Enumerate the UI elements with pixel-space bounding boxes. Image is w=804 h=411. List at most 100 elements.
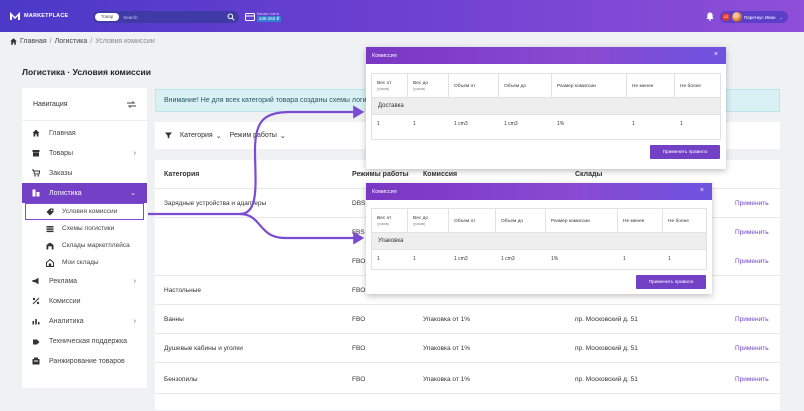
column-header: Вес до (грамм) [408,74,449,98]
apply-link[interactable]: Применить [735,305,769,334]
table-row: Ванны FBO Упаковка от 1% пр. Московский … [155,305,780,334]
column-header: Объем до [499,74,552,98]
row-category: Настольные [164,287,201,294]
chevron-right-icon: › [133,277,136,285]
search-icon[interactable] [227,13,235,21]
sidebar-item-label: Техническая поддержка [49,337,128,345]
breadcrumb-home[interactable]: Главная [20,38,47,45]
column-header-category[interactable]: Категория [164,160,199,189]
row-category: Зарядные устройства и адаптеры [164,200,267,207]
sidebar-item-analytics[interactable]: Аналитика › [22,311,147,331]
warehouse-icon [46,242,54,249]
row-mode: FBO [352,258,366,265]
apply-rule-button[interactable]: Применить правило [636,275,706,289]
megaphone-icon [32,277,39,285]
column-header: Размер комиссии [552,74,627,98]
sidebar-subitem-commission[interactable]: Условия комиссии [25,203,144,220]
column-header: Вес от (грамм) [372,209,408,233]
apply-link[interactable]: Применить [735,189,769,218]
breadcrumb: Главная / Логистика / Условия комиссии [10,38,155,45]
close-icon[interactable]: × [714,51,718,58]
row-mode: FBO [352,345,366,352]
commission-modal-packaging: Комиссия × Вес от (грамм) Вес до (грамм) О… [366,183,712,294]
rule-row[interactable]: 1 1 1 cm3 1 cm3 1% 1 1 [372,115,720,133]
sidebar-subitem-warehouses[interactable]: Склады маркетплейса [22,237,147,254]
sidebar-subitem-my-warehouses[interactable]: Мои склады [22,254,147,271]
sidebar-item-logistics[interactable]: Логистика ⌄ [22,183,147,203]
sidebar-item-ranking[interactable]: Ранжирование товаров [22,351,147,371]
sidebar-header: Навигация [22,88,147,121]
top-bar: MARKETPLACE Товар Search Баланс счета 44… [0,0,804,32]
apply-link[interactable]: Применить [735,247,769,276]
sidebar-item-ads[interactable]: Реклама › [22,271,147,291]
row-commission: Упаковка от 1% [423,345,471,352]
modal-header: Комиссия × [366,47,726,64]
chevron-right-icon: › [133,149,136,157]
sidebar-item-label: Ранжирование товаров [49,357,125,365]
swap-icon[interactable] [127,100,136,108]
breadcrumb-logistics[interactable]: Логистика [55,38,88,45]
logo-icon [10,12,20,20]
row-mode: FBO [352,316,366,323]
bell-icon[interactable] [706,12,714,21]
column-header: Объем до [496,209,546,233]
apply-link[interactable]: Применить [735,365,769,394]
chevron-right-icon: › [133,317,136,325]
scheme-icon [46,225,54,232]
row-category: Бензопилы [164,376,198,383]
modal-title: Комиссия [372,188,397,195]
mode-filter[interactable]: Режим работы ⌄ [230,132,286,140]
wallet-balance[interactable]: Баланс счета 445 263 ₽ [245,11,282,23]
sidebar-item-orders[interactable]: Заказы [22,163,147,183]
category-filter[interactable]: Категория ⌄ [180,132,222,140]
table-row: Бензопилы FBO Упаковка от 1% пр. Московс… [155,365,780,394]
logo[interactable]: MARKETPLACE [10,12,68,20]
column-header: Размер комиссии [546,209,618,233]
close-icon[interactable]: × [700,187,704,194]
chevron-down-icon: ⌄ [779,14,783,20]
column-header: Вес до (грамм) [408,209,449,233]
apply-link[interactable]: Применить [735,334,769,363]
breadcrumb-current: Условия комиссии [95,38,155,45]
apply-rule-button[interactable]: Применить правило [650,145,720,159]
modal-title: Комиссия [372,52,397,59]
row-commission: Упаковка от 1% [423,376,471,383]
column-header: Вес от (грамм) [372,74,408,98]
search-scope-pill[interactable]: Товар [95,13,120,21]
chevron-down-icon: ⌄ [279,132,286,140]
support-icon [33,339,40,345]
sidebar-item-label: Комиссии [49,297,81,305]
sidebar-item-home[interactable]: Главная [22,123,147,143]
sidebar-subitem-label: Мои склады [62,259,99,266]
breadcrumb-separator: / [90,38,93,45]
sidebar-subitem-label: Условия комиссии [62,208,118,215]
chevron-down-icon: ⌄ [215,132,222,140]
search-input[interactable]: Search [123,15,227,20]
section-packaging: Упаковка [372,233,706,250]
section-delivery: Доставка [372,98,720,115]
mode-filter-label: Режим работы [229,132,277,139]
sidebar-heading: Навигация [33,100,68,108]
rule-row[interactable]: 1 1 1 cm3 1 cm3 1% 1 1 [372,250,706,268]
sidebar-item-label: Реклама [49,277,78,285]
column-header: Объем от [449,74,499,98]
avatar [732,12,742,22]
breadcrumb-separator: / [49,38,52,45]
sidebar-item-support[interactable]: Техническая поддержка [22,331,147,351]
column-header: Не более [680,83,701,89]
modal-table-header: Вес от (грамм) Вес до (грамм) Объем от Объ… [372,209,706,233]
sidebar-item-commissions[interactable]: Комиссии [22,291,147,311]
row-mode: FBO [352,376,366,383]
search-bar[interactable]: Товар Search [93,11,239,23]
sidebar-item-label: Главная [49,129,76,137]
notification-badge: 12 [722,13,730,21]
sidebar-subitem-schemes[interactable]: Схемы логистики [22,220,147,237]
cart-icon [32,169,40,177]
row-warehouse: пр. Московский д. 51 [575,345,638,352]
sidebar-item-label: Товары [49,149,74,157]
commission-rules-table: Вес от (грамм) Вес до (грамм) Объем от Объ… [371,73,721,140]
commission-rules-table: Вес от (грамм) Вес до (грамм) Объем от Объ… [371,208,707,270]
apply-link[interactable]: Применить [735,218,769,247]
sidebar-item-products[interactable]: Товары › [22,143,147,163]
user-menu[interactable]: 12 Паретиус Иван ⌄ [720,11,788,23]
